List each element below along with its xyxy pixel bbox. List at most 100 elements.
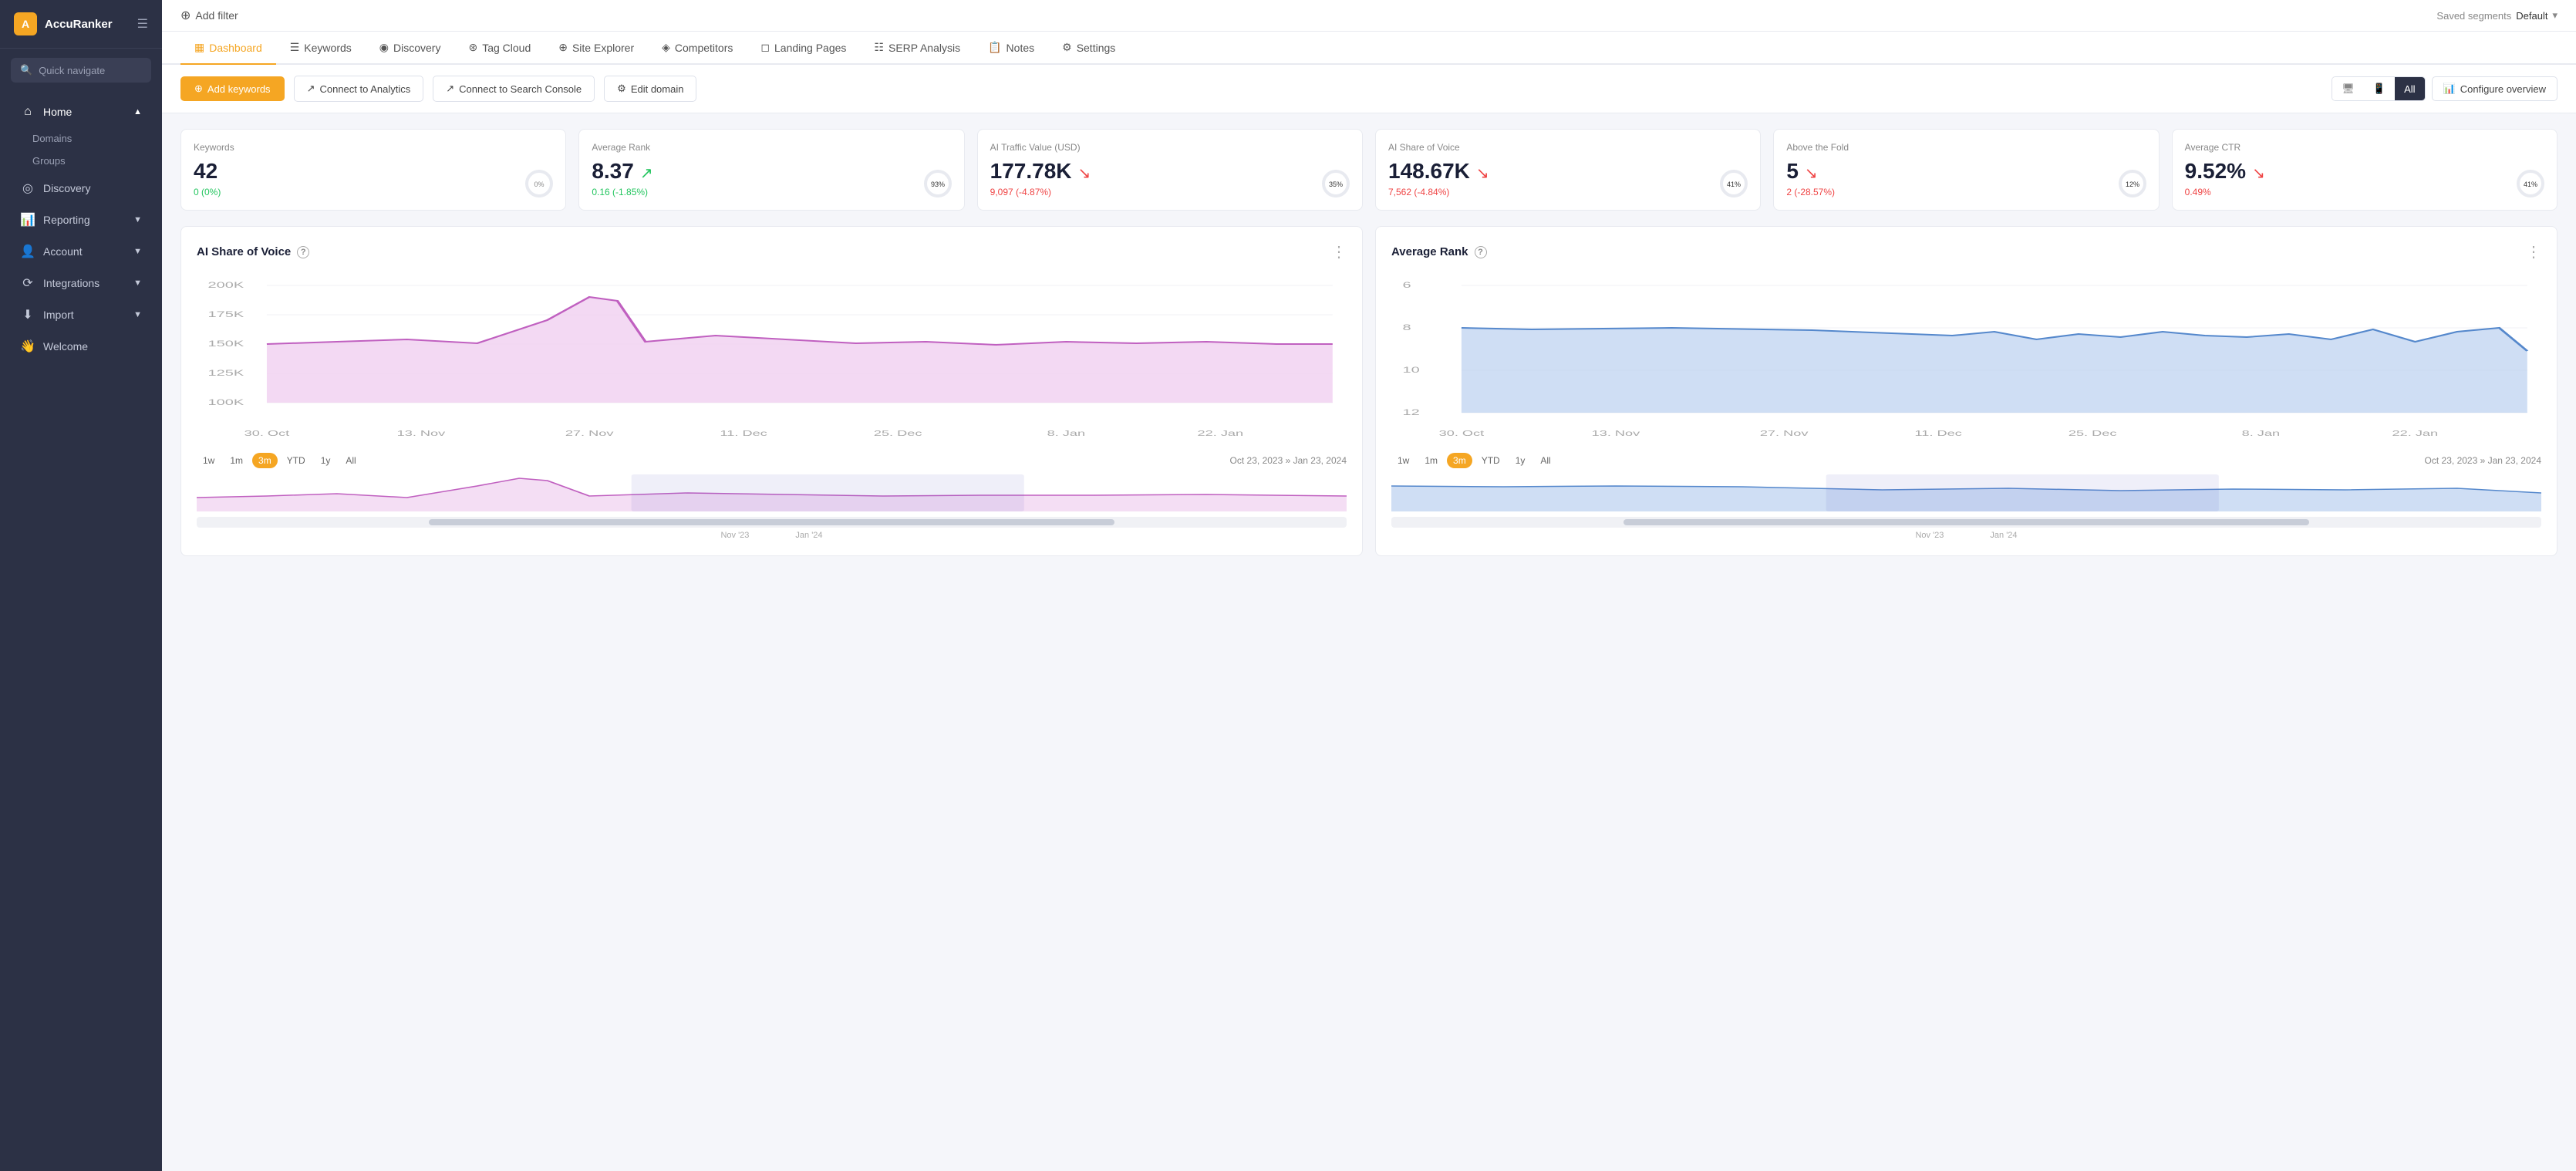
saved-segments-dropdown[interactable]: Saved segments Default ▾ <box>2436 9 2557 22</box>
chart-rank-menu[interactable]: ⋮ <box>2526 242 2541 262</box>
mini-label-nov-sov: Nov '23 <box>720 531 749 540</box>
tab-competitors[interactable]: ◈ Competitors <box>648 32 747 65</box>
sidebar-logo: A AccuRanker ☰ <box>0 0 162 49</box>
discovery-tab-icon: ◉ <box>379 41 389 54</box>
chevron-down-icon-3: ▼ <box>133 278 142 288</box>
mini-label-jan-rank: Jan '24 <box>1990 531 2017 540</box>
chart-rank-title: Average Rank ? <box>1391 245 1487 258</box>
serp-icon: ☷ <box>874 41 884 54</box>
mini-label-jan-sov: Jan '24 <box>795 531 822 540</box>
time-btn-1w-sov[interactable]: 1w <box>197 453 221 468</box>
tab-keywords[interactable]: ☰ Keywords <box>276 32 366 65</box>
time-btn-1m-sov[interactable]: 1m <box>224 453 249 468</box>
sidebar-item-welcome[interactable]: 👋 Welcome <box>6 331 156 362</box>
tab-settings[interactable]: ⚙ Settings <box>1048 32 1129 65</box>
keywords-icon: ☰ <box>290 41 300 54</box>
time-btn-ytd-rank[interactable]: YTD <box>1475 453 1506 468</box>
integrations-icon: ⟳ <box>20 275 35 291</box>
chart-sov-menu[interactable]: ⋮ <box>1331 242 1347 262</box>
chart-share-of-voice: AI Share of Voice ? ⋮ 200K 175K 150K 125… <box>180 226 1363 556</box>
svg-text:8: 8 <box>1403 322 1411 332</box>
sidebar-item-discovery[interactable]: ◎ Discovery <box>6 173 156 204</box>
time-btn-1y-sov[interactable]: 1y <box>315 453 337 468</box>
kpi-cards-row: Keywords 42 0 (0%) 0% Average Rank 8.37 … <box>180 129 2557 211</box>
time-btn-ytd-sov[interactable]: YTD <box>281 453 312 468</box>
sidebar-item-import[interactable]: ⬇ Import ▼ <box>6 299 156 330</box>
trend-down-icon-sov: ↘ <box>1476 164 1489 183</box>
tab-discovery[interactable]: ◉ Discovery <box>366 32 455 65</box>
sidebar-item-account[interactable]: 👤 Account ▼ <box>6 236 156 267</box>
help-icon-sov[interactable]: ? <box>297 246 309 258</box>
tab-dashboard[interactable]: ▦ Dashboard <box>180 32 276 65</box>
trend-down-icon-fold: ↘ <box>1805 164 1818 183</box>
chart-average-rank: Average Rank ? ⋮ 6 8 10 12 <box>1375 226 2557 556</box>
svg-text:25. Dec: 25. Dec <box>2069 430 2117 438</box>
sidebar-item-reporting[interactable]: 📊 Reporting ▼ <box>6 204 156 235</box>
home-icon: ⌂ <box>20 105 35 119</box>
view-toggle-group: 🖥 📱 All 📊 Configure overview <box>2332 76 2557 101</box>
svg-text:13. Nov: 13. Nov <box>397 430 446 438</box>
time-btn-all-sov[interactable]: All <box>339 453 362 468</box>
edit-domain-button[interactable]: ⚙ Edit domain <box>604 76 696 102</box>
svg-text:0%: 0% <box>534 181 545 188</box>
import-icon: ⬇ <box>20 307 35 322</box>
help-icon-rank[interactable]: ? <box>1475 246 1487 258</box>
main-content: ⊕ Add filter Saved segments Default ▾ ▦ … <box>162 0 2576 1171</box>
chart-sov-svg: 200K 175K 150K 125K 100K <box>197 274 1347 444</box>
quick-navigate-btn[interactable]: 🔍 Quick navigate <box>11 58 151 83</box>
time-btn-1w-rank[interactable]: 1w <box>1391 453 1415 468</box>
all-toggle[interactable]: All <box>2395 77 2424 100</box>
tab-tag-cloud[interactable]: ⊛ Tag Cloud <box>454 32 545 65</box>
time-btn-3m-sov[interactable]: 3m <box>252 453 278 468</box>
kpi-card-avg-ctr: Average CTR 9.52% ↘ 0.49% 41% <box>2172 129 2557 211</box>
chevron-down-icon-4: ▼ <box>133 310 142 319</box>
configure-overview-button[interactable]: 📊 Configure overview <box>2432 76 2557 101</box>
svg-text:30. Oct: 30. Oct <box>244 430 290 438</box>
search-console-icon: ↗ <box>446 83 454 95</box>
kpi-card-traffic-value: AI Traffic Value (USD) 177.78K ↘ 9,097 (… <box>977 129 1363 211</box>
mini-chart-rank: Nov '23 Jan '24 <box>1391 474 2541 540</box>
chart-rank-area: 6 8 10 12 30. Oct <box>1391 274 2541 444</box>
sidebar-item-domains[interactable]: Domains <box>0 127 162 150</box>
add-keywords-button[interactable]: ⊕ Add keywords <box>180 76 285 101</box>
sidebar-nav: ⌂ Home ▲ Domains Groups ◎ Discovery 📊 Re… <box>0 92 162 367</box>
action-bar: ⊕ Add keywords ↗ Connect to Analytics ↗ … <box>162 65 2576 113</box>
connect-analytics-button[interactable]: ↗ Connect to Analytics <box>294 76 424 102</box>
mobile-toggle[interactable]: 📱 <box>2364 77 2395 100</box>
add-filter-button[interactable]: ⊕ Add filter <box>180 8 238 23</box>
time-btn-1m-rank[interactable]: 1m <box>1418 453 1444 468</box>
sidebar-item-home[interactable]: ⌂ Home ▲ <box>6 97 156 127</box>
chart-icon: 📊 <box>2443 83 2456 95</box>
connect-search-console-button[interactable]: ↗ Connect to Search Console <box>433 76 595 102</box>
chart-sov-area: 200K 175K 150K 125K 100K <box>197 274 1347 444</box>
chart-sov-time-controls: 1w 1m 3m YTD 1y All Oct 23, 2023 » Jan 2… <box>197 453 1347 468</box>
time-btn-3m-rank[interactable]: 3m <box>1447 453 1472 468</box>
sidebar: A AccuRanker ☰ 🔍 Quick navigate ⌂ Home ▲… <box>0 0 162 1171</box>
welcome-icon: 👋 <box>20 339 35 354</box>
svg-text:41%: 41% <box>1727 181 1741 188</box>
hamburger-icon[interactable]: ☰ <box>137 16 148 32</box>
kpi-circle-traffic: 35% <box>1320 168 1351 199</box>
kpi-circle-fold: 12% <box>2117 168 2148 199</box>
tab-site-explorer[interactable]: ⊕ Site Explorer <box>545 32 648 65</box>
kpi-circle-sov: 41% <box>1718 168 1749 199</box>
tag-icon: ⊛ <box>468 41 477 54</box>
time-btn-all-rank[interactable]: All <box>1534 453 1556 468</box>
kpi-card-keywords: Keywords 42 0 (0%) 0% <box>180 129 566 211</box>
sidebar-item-groups[interactable]: Groups <box>0 150 162 172</box>
desktop-toggle[interactable]: 🖥 <box>2332 77 2364 100</box>
dashboard-icon: ▦ <box>194 41 204 54</box>
tab-notes[interactable]: 📋 Notes <box>974 32 1048 65</box>
tab-serp-analysis[interactable]: ☷ SERP Analysis <box>860 32 974 65</box>
svg-text:22. Jan: 22. Jan <box>2392 430 2439 438</box>
sidebar-item-integrations[interactable]: ⟳ Integrations ▼ <box>6 268 156 299</box>
tab-landing-pages[interactable]: ◻ Landing Pages <box>747 32 860 65</box>
svg-text:25. Dec: 25. Dec <box>874 430 922 438</box>
search-icon: 🔍 <box>20 64 32 76</box>
kpi-card-share-voice: AI Share of Voice 148.67K ↘ 7,562 (-4.84… <box>1375 129 1761 211</box>
svg-text:12: 12 <box>1403 407 1420 417</box>
device-toggle: 🖥 📱 All <box>2332 76 2425 101</box>
time-btn-1y-rank[interactable]: 1y <box>1509 453 1532 468</box>
account-icon: 👤 <box>20 244 35 259</box>
kpi-circle-ctr: 41% <box>2515 168 2546 199</box>
